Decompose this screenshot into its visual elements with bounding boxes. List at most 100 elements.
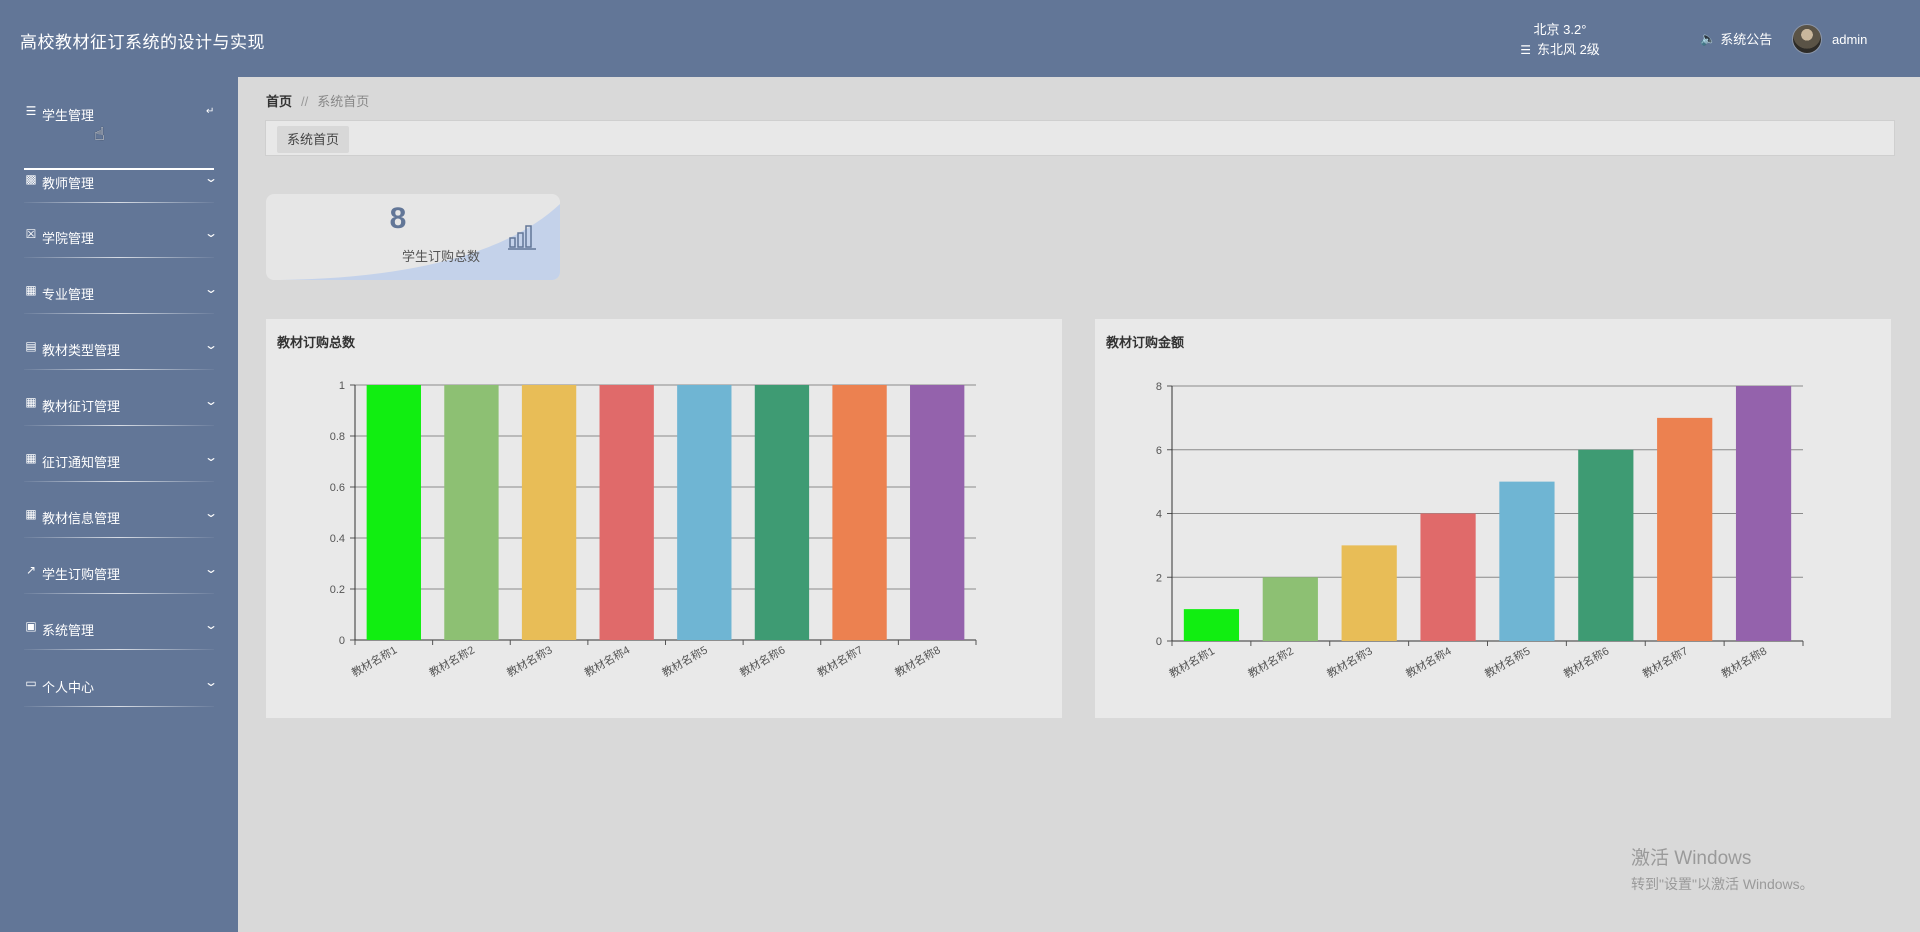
chart-bar xyxy=(521,385,577,640)
windows-activation-watermark: 激活 Windows 转到"设置"以激活 Windows。 xyxy=(1631,843,1814,894)
sidebar-item-system[interactable]: ▣ 系统管理 ⌄ xyxy=(0,609,238,650)
tab-bar: 系统首页 xyxy=(265,120,1895,156)
chevron-down-icon: ⌄ xyxy=(203,282,219,296)
watermark-line2: 转到"设置"以激活 Windows。 xyxy=(1631,876,1814,892)
menu-divider xyxy=(24,313,214,314)
menu-divider xyxy=(24,425,214,426)
y-tick-label: 0.6 xyxy=(330,482,345,494)
sidebar-item-textbook-types[interactable]: ▤ 教材类型管理 ⌄ xyxy=(0,329,238,370)
x-tick-label: 教材名称1 xyxy=(349,642,399,679)
sidebar-item-teachers[interactable]: ▩ 教师管理 ⌄ xyxy=(0,162,238,203)
chart-bar xyxy=(1183,609,1240,641)
sidebar-item-label: 系统管理 xyxy=(42,623,95,638)
menu-divider xyxy=(24,481,214,482)
user-menu[interactable]: admin xyxy=(1792,24,1867,54)
chevron-down-icon: ⌄ xyxy=(203,562,219,576)
chevron-down-icon: ⌄ xyxy=(203,506,219,520)
stat-value: 8 xyxy=(389,202,407,235)
sidebar-item-textbook-info[interactable]: ▦ 教材信息管理 ⌄ xyxy=(0,497,238,538)
avatar[interactable] xyxy=(1792,24,1822,54)
book-icon: ▤ xyxy=(25,339,37,353)
sidebar-item-student-orders[interactable]: ↗ 学生订购管理 ⌄ xyxy=(0,553,238,594)
chart-bar xyxy=(1578,449,1634,641)
x-tick-label: 教材名称1 xyxy=(1167,643,1217,680)
menu-divider xyxy=(24,369,214,370)
x-tick-label: 教材名称6 xyxy=(1561,643,1611,680)
sidebar-item-label: 教材征订管理 xyxy=(42,399,121,414)
breadcrumb: 首页 // 系统首页 xyxy=(266,91,369,110)
sidebar-item-label: 专业管理 xyxy=(42,287,95,302)
tab-home[interactable]: 系统首页 xyxy=(277,126,350,153)
folder-icon: ▣ xyxy=(25,619,37,633)
chart-panel-order-count: 教材订购总数 0 0.2 0.4 0.6 0.8 1 教材名称1 教材名称2 教材名称3 教材名称… xyxy=(266,319,1062,718)
sidebar-item-students[interactable]: ☰ 学生管理 ↵ xyxy=(0,94,238,170)
y-tick-label: 0.2 xyxy=(330,584,345,596)
menu-divider xyxy=(24,593,214,594)
stat-card-student-orders: 8 学生订购总数 xyxy=(266,194,560,280)
y-tick-label: 6 xyxy=(1156,445,1162,457)
x-tick-label: 教材名称4 xyxy=(582,642,632,679)
chevron-down-icon: ⌄ xyxy=(203,171,219,185)
speaker-icon: 🔈 xyxy=(1700,30,1717,46)
app-title: 高校教材征订系统的设计与实现 xyxy=(20,33,265,52)
weather-widget: 北京 3.2° ☰ 东北风 2级 xyxy=(1500,20,1620,60)
card-icon: ▭ xyxy=(25,676,37,690)
hand-cursor-icon: ☝ xyxy=(94,124,105,144)
y-tick-label: 4 xyxy=(1156,509,1162,521)
weather-wind: 东北风 2级 xyxy=(1536,42,1600,57)
chart-bar xyxy=(1341,545,1397,641)
chevron-down-icon: ⌄ xyxy=(203,675,219,689)
chart-bar xyxy=(910,385,965,640)
sidebar-item-label: 个人中心 xyxy=(42,680,95,695)
y-tick-label: 2 xyxy=(1156,572,1162,584)
chart-bar xyxy=(1657,417,1713,641)
chart-line-icon: ↗ xyxy=(25,563,37,577)
menu-divider xyxy=(24,706,214,707)
x-tick-label: 教材名称5 xyxy=(659,642,709,679)
clipboard-x-icon: ☒ xyxy=(25,227,37,241)
system-notice-button[interactable]: 🔈 系统公告 xyxy=(1700,29,1772,48)
username: admin xyxy=(1832,31,1868,47)
grid-icon: ▦ xyxy=(25,451,37,465)
x-tick-label: 教材名称3 xyxy=(1324,643,1374,680)
chevron-down-icon: ⌄ xyxy=(203,338,219,352)
x-tick-label: 教材名称8 xyxy=(1719,643,1769,680)
chart-bar xyxy=(366,385,421,640)
chart-bar xyxy=(444,385,499,640)
sidebar-item-colleges[interactable]: ☒ 学院管理 ⌄ xyxy=(0,217,238,258)
grid-icon: ▦ xyxy=(25,283,37,297)
x-tick-label: 教材名称2 xyxy=(427,642,477,679)
chart-bar xyxy=(754,385,810,640)
chevron-down-icon: ⌄ xyxy=(203,618,219,632)
sidebar-item-textbook-orders[interactable]: ▦ 教材征订管理 ⌄ xyxy=(0,385,238,426)
x-tick-label: 教材名称4 xyxy=(1403,643,1453,680)
chevron-down-icon: ⌄ xyxy=(203,450,219,464)
bar-chart-icon xyxy=(508,225,536,250)
chart-bar xyxy=(1262,577,1318,641)
sidebar-item-label: 学生订购管理 xyxy=(42,567,121,582)
list-icon: ☰ xyxy=(25,104,37,118)
sidebar: ☰ 学生管理 ↵ ▩ 教师管理 ⌄ ☒ 学院管理 ⌄ ▦ 专业管理 ⌄ ▤ 教材… xyxy=(0,77,238,932)
breadcrumb-current: 系统首页 xyxy=(317,94,370,109)
y-tick-label: 0.4 xyxy=(330,533,345,545)
sidebar-item-label: 学生管理 xyxy=(42,108,95,123)
menu-divider xyxy=(24,649,214,650)
y-tick-label: 0.8 xyxy=(330,431,345,443)
watermark-line1: 激活 Windows xyxy=(1631,848,1752,869)
sidebar-item-profile[interactable]: ▭ 个人中心 ⌄ xyxy=(0,666,238,707)
x-tick-label: 教材名称7 xyxy=(815,642,865,679)
sidebar-item-label: 教材信息管理 xyxy=(42,511,121,526)
x-tick-label: 教材名称7 xyxy=(1640,643,1690,680)
sidebar-item-order-notices[interactable]: ▦ 征订通知管理 ⌄ xyxy=(0,441,238,482)
chart-bar xyxy=(832,385,887,640)
clipboard-icon: ▩ xyxy=(25,172,37,186)
sidebar-item-majors[interactable]: ▦ 专业管理 ⌄ xyxy=(0,273,238,314)
breadcrumb-separator: // xyxy=(301,94,309,109)
chevron-down-icon: ⌄ xyxy=(203,394,219,408)
chart-bar xyxy=(1420,513,1476,641)
chevron-down-icon: ⌄ xyxy=(203,226,219,240)
stat-label: 学生订购总数 xyxy=(402,249,481,264)
y-tick-label: 8 xyxy=(1156,381,1162,393)
breadcrumb-home[interactable]: 首页 xyxy=(266,94,292,109)
grid-icon: ▦ xyxy=(25,507,37,521)
